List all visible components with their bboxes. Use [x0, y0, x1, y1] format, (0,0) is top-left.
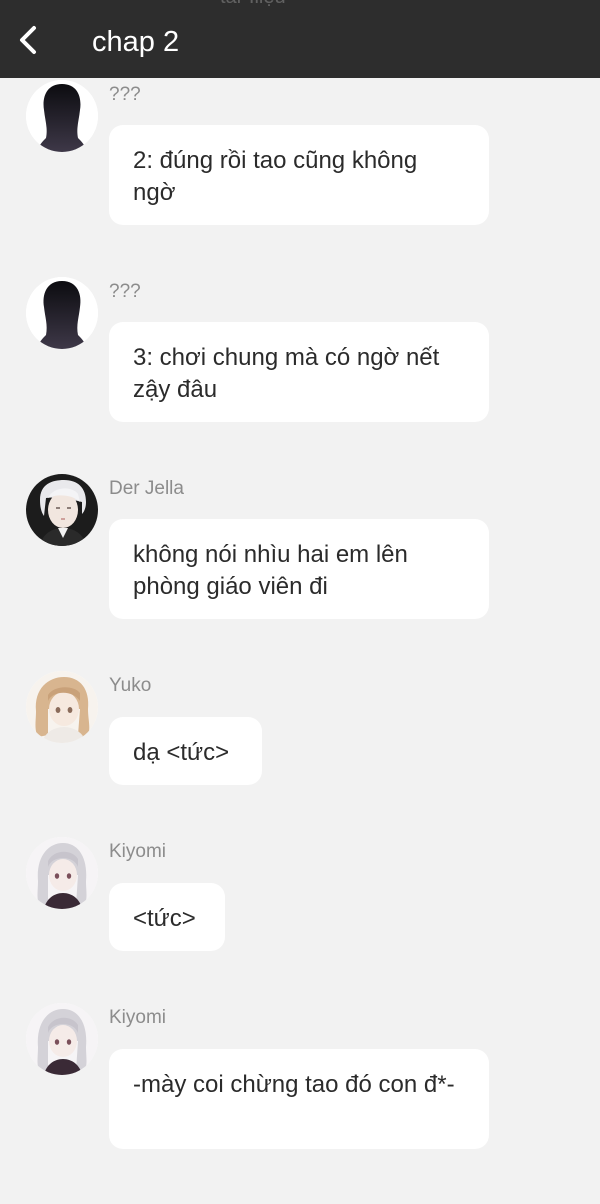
sender-name: ???	[109, 281, 141, 302]
top-app-bar: tar Iliệu chap 2	[0, 0, 600, 78]
chevron-left-icon	[20, 26, 36, 54]
silhouette-avatar[interactable]	[26, 277, 98, 349]
silhouette-icon	[26, 80, 98, 152]
sender-name: Der Jella	[109, 478, 184, 499]
message-bubble[interactable]: <tức>	[109, 883, 225, 951]
kiyomi-avatar[interactable]	[26, 837, 98, 909]
silhouette-icon	[26, 277, 98, 349]
scrolled-header-ghost-text: tar Iliệu	[220, 0, 286, 9]
sender-name: Yuko	[109, 675, 152, 696]
der-jella-avatar[interactable]	[26, 474, 98, 546]
message-bubble[interactable]: -mày coi chừng tao đó con đ*-	[109, 1049, 489, 1149]
der-jella-avatar-icon	[26, 474, 98, 546]
sender-name: Kiyomi	[109, 1007, 167, 1028]
sender-name: ???	[109, 84, 141, 105]
message-bubble[interactable]: 3: chơi chung mà có ngờ nết zậy đâu	[109, 322, 489, 422]
back-button[interactable]	[12, 20, 48, 60]
sender-name: Kiyomi	[109, 841, 167, 862]
kiyomi-avatar-icon	[26, 837, 98, 909]
message-bubble[interactable]: dạ <tức>	[109, 717, 262, 785]
page-title: chap 2	[92, 26, 180, 58]
kiyomi-avatar[interactable]	[26, 1003, 98, 1075]
yuko-avatar[interactable]	[26, 671, 98, 743]
kiyomi-avatar-icon	[26, 1003, 98, 1075]
message-bubble[interactable]: 2: đúng rồi tao cũng không ngờ	[109, 125, 489, 225]
silhouette-avatar[interactable]	[26, 80, 98, 152]
message-bubble[interactable]: không nói nhìu hai em lên phòng giáo viê…	[109, 519, 489, 619]
yuko-avatar-icon	[26, 671, 98, 743]
